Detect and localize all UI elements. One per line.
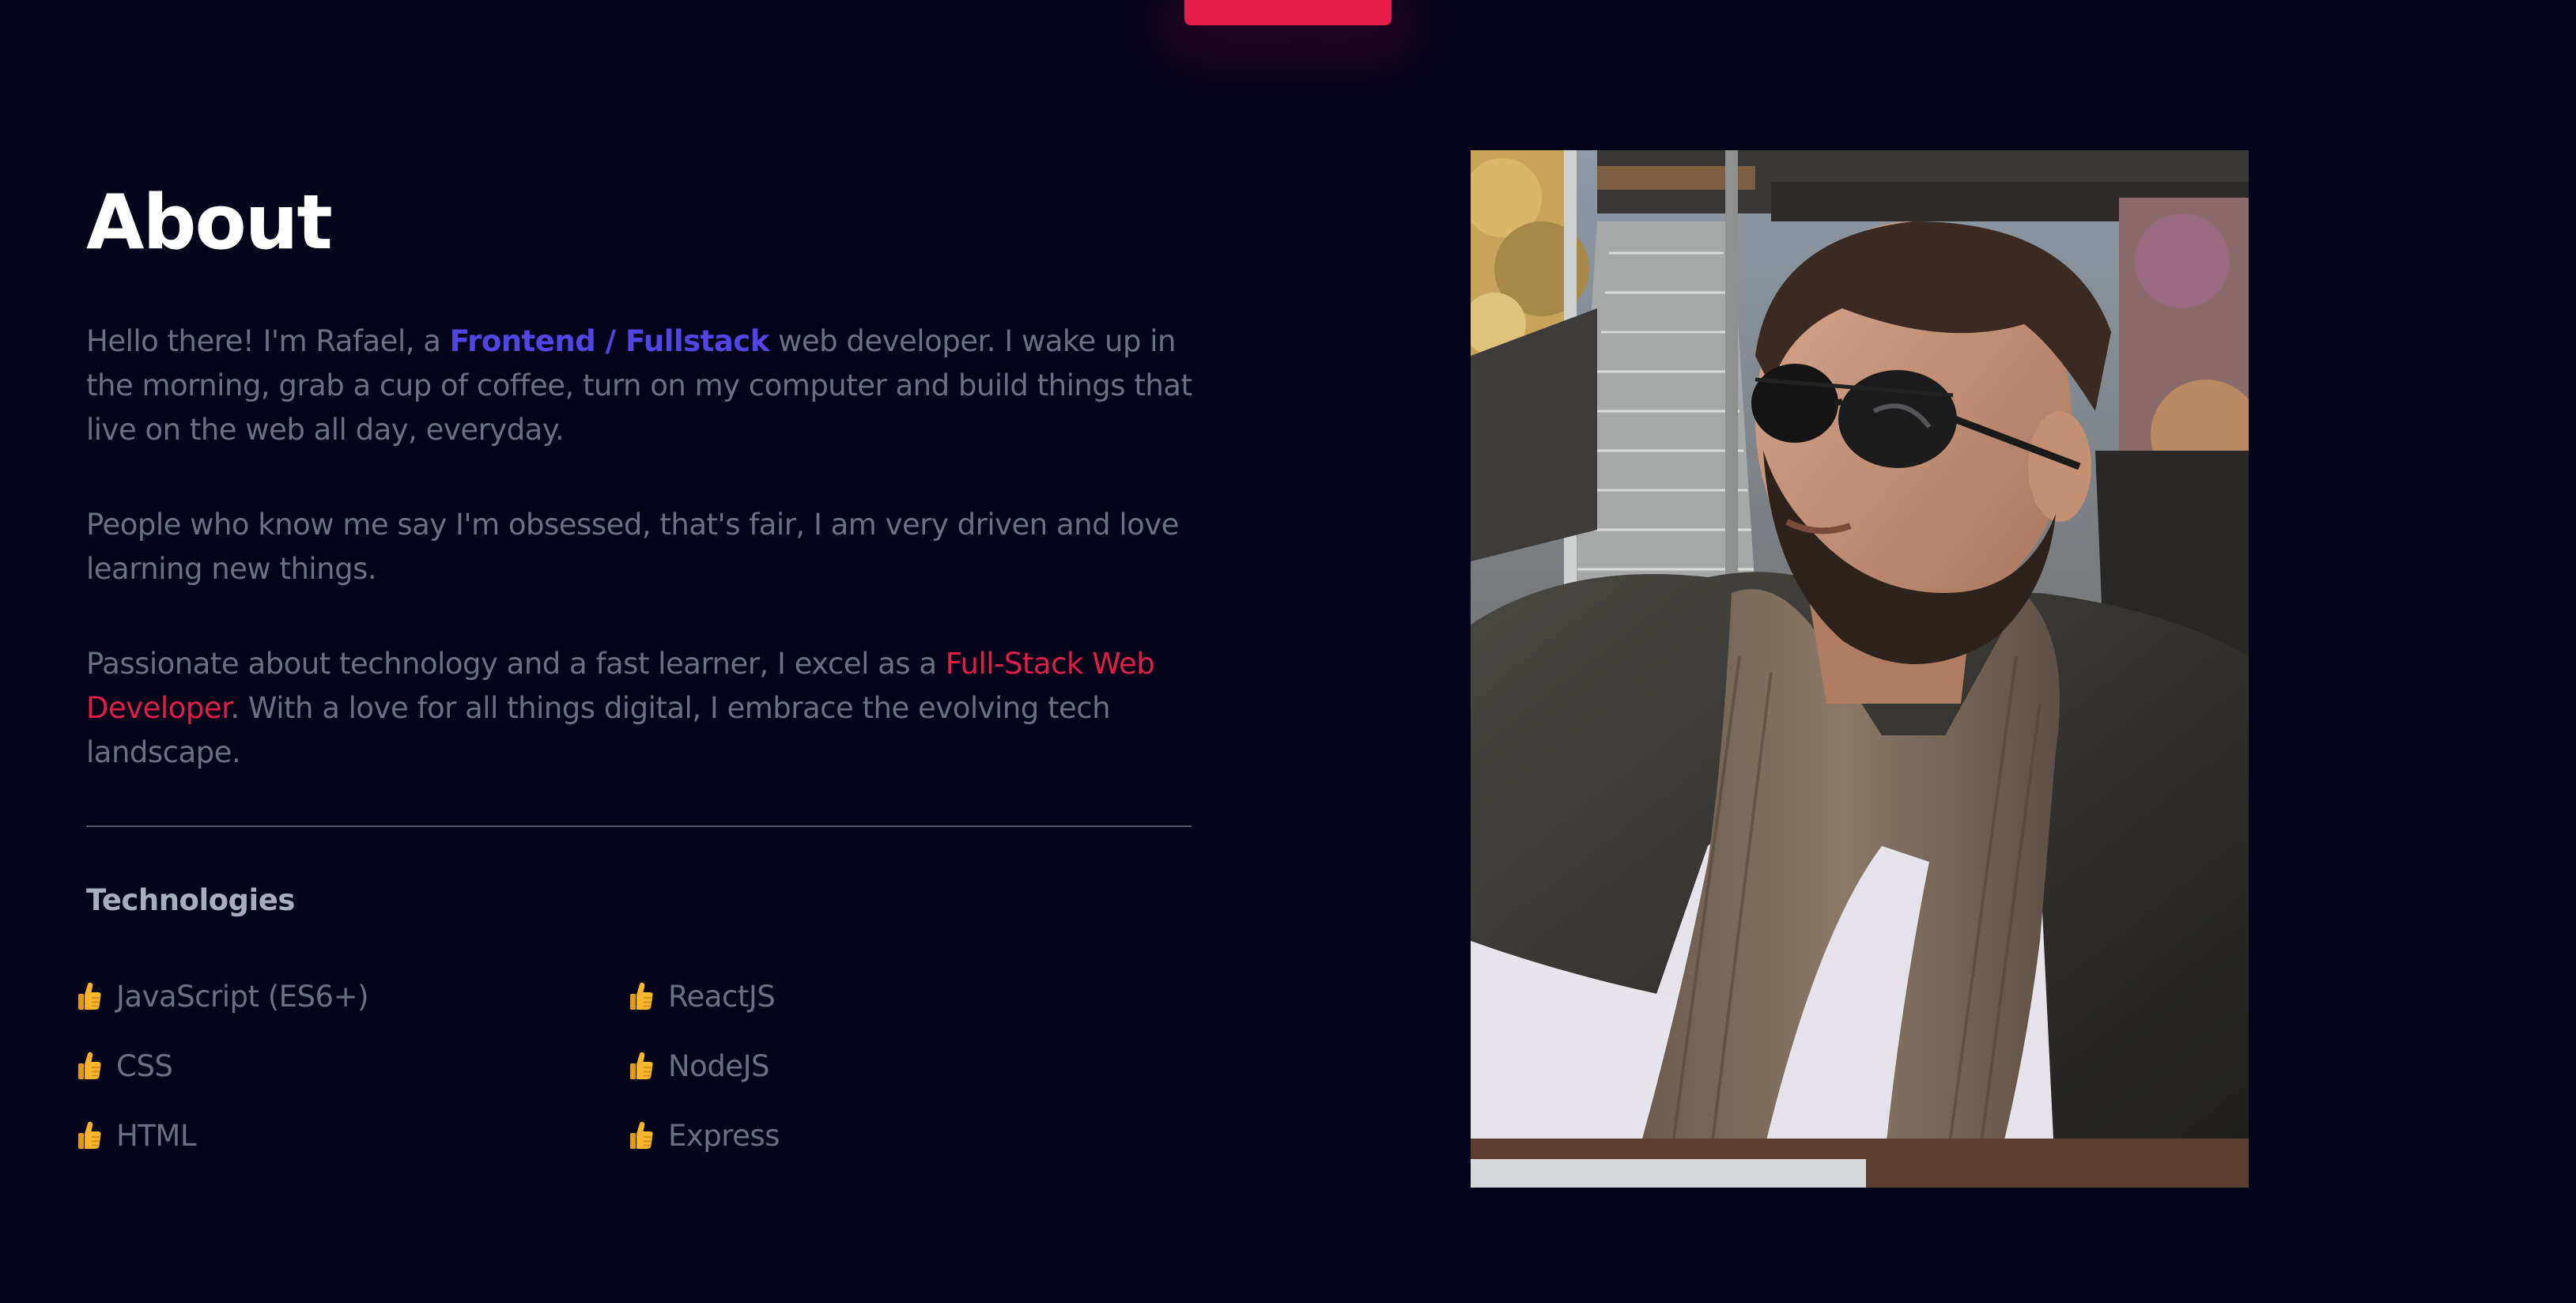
section-divider	[86, 825, 1192, 827]
driven-paragraph: People who know me say I'm obsessed, tha…	[86, 508, 1179, 586]
thumbs-up-icon	[625, 979, 657, 1014]
tech-item: HTML	[74, 1112, 196, 1159]
tech-label: NodeJS	[668, 1048, 769, 1083]
tech-item: NodeJS	[625, 1042, 769, 1090]
intro-paragraph: Hello there! I'm Rafael, a Frontend / Fu…	[86, 319, 1209, 452]
passion-paragraph: Passionate about technology and a fast l…	[86, 642, 1209, 775]
passion-text-start: Passionate about technology and a fast l…	[86, 647, 946, 681]
tech-label: HTML	[116, 1118, 196, 1153]
tech-label: JavaScript (ES6+)	[116, 979, 369, 1014]
thumbs-up-icon	[74, 1048, 105, 1083]
nav-accent-tab[interactable]	[1184, 0, 1392, 25]
portrait-photo	[1471, 150, 2249, 1188]
thumbs-up-icon	[74, 979, 105, 1014]
tech-label: Express	[668, 1118, 780, 1153]
intro-text-start: Hello there! I'm Rafael, a	[86, 324, 450, 358]
thumbs-up-icon	[625, 1118, 657, 1153]
tech-item: JavaScript (ES6+)	[74, 973, 369, 1020]
technologies-title: Technologies	[86, 883, 295, 917]
passion-text-end: . With a love for all things digital, I …	[86, 691, 1111, 769]
tech-label: ReactJS	[668, 979, 776, 1014]
thumbs-up-icon	[74, 1118, 105, 1153]
tech-item: ReactJS	[625, 973, 776, 1020]
thumbs-up-icon	[625, 1048, 657, 1083]
role-highlight: Frontend / Fullstack	[449, 324, 770, 358]
tech-item: Express	[625, 1112, 780, 1159]
about-title: About	[86, 179, 333, 266]
tech-label: CSS	[116, 1048, 173, 1083]
about-section: About Hello there! I'm Rafael, a Fronten…	[0, 0, 2576, 1303]
tech-item: CSS	[74, 1042, 173, 1090]
